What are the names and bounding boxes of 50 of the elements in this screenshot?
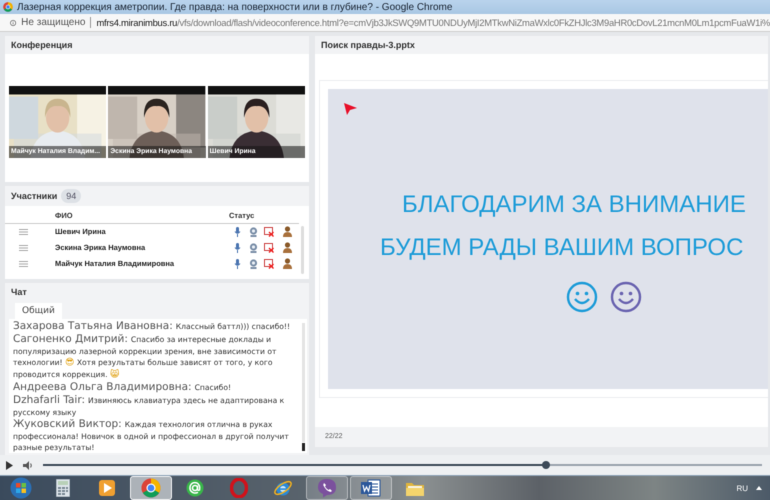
security-label[interactable]: Не защищено	[21, 17, 86, 28]
at-sign-icon	[186, 479, 204, 497]
count-badge: 94	[61, 188, 82, 203]
browser-button[interactable]	[130, 476, 172, 500]
smiley-icon	[610, 281, 642, 313]
webcam-icon	[249, 226, 258, 237]
slide-text: БЛАГОДАРИМ ЗА ВНИМАНИЕ	[401, 190, 747, 220]
microphone-icon	[234, 242, 241, 253]
volume-icon[interactable]	[23, 460, 33, 470]
panel-title: Конференция	[5, 36, 309, 54]
user-icon	[283, 226, 292, 238]
messenger-button[interactable]	[306, 476, 348, 500]
word-button[interactable]	[350, 476, 392, 500]
scrollbar[interactable]	[301, 226, 304, 274]
panel-title: Чат	[10, 286, 28, 299]
url-field[interactable]: mfrs4.miranimbus.ru/vfs/download/flash/videoconference.html?e=cmVjb3JkSWQ9MTU0NDUyMjI2MTkwNiZmaWxlc0FkZHJlc3M9aHR0cDovL21mcnM0Lm1pcmFuaW1i%	[90, 17, 770, 28]
globe-icon	[273, 478, 293, 498]
drag-handle-icon[interactable]	[19, 228, 28, 235]
screen-share-icon	[264, 242, 274, 253]
microphone-icon	[234, 258, 241, 269]
panel-title: Участники	[11, 190, 58, 201]
browser-icon	[141, 478, 161, 498]
chat-tab[interactable]: Общий	[15, 303, 62, 319]
ring-icon	[230, 478, 248, 498]
scrollbar-thumb[interactable]	[302, 443, 305, 451]
info-icon[interactable]	[10, 18, 16, 28]
smiley-icon	[566, 281, 598, 313]
drag-handle-icon[interactable]	[19, 244, 28, 251]
user-icon	[283, 258, 292, 270]
slider-thumb[interactable]	[542, 461, 550, 469]
document-icon	[361, 479, 381, 497]
play-icon[interactable]	[6, 460, 13, 470]
tray-arrow-icon[interactable]	[756, 486, 762, 490]
calculator-icon	[56, 479, 70, 497]
phone-bubble-icon	[317, 478, 337, 498]
browser-icon	[3, 2, 13, 12]
panel-title: Поиск правды-3.pptx	[315, 36, 768, 54]
microphone-icon	[234, 226, 241, 237]
windows-orb-icon	[10, 477, 32, 499]
user-icon	[283, 242, 292, 254]
screen-share-icon	[264, 258, 274, 269]
pointer-icon	[343, 102, 358, 116]
webcam-icon	[249, 242, 258, 253]
language-indicator[interactable]: RU	[736, 484, 748, 492]
play-icon	[99, 480, 115, 496]
window-title: Лазерная коррекция аметропии. Где правда: на поверхности или в глубине? - Google Chrome	[17, 2, 452, 12]
webcam-icon	[249, 258, 258, 269]
drag-handle-icon[interactable]	[19, 260, 28, 267]
screen-share-icon	[264, 226, 274, 237]
slide-text: БУДЕМ РАДЫ ВАШИМ ВОПРОС	[379, 233, 744, 263]
